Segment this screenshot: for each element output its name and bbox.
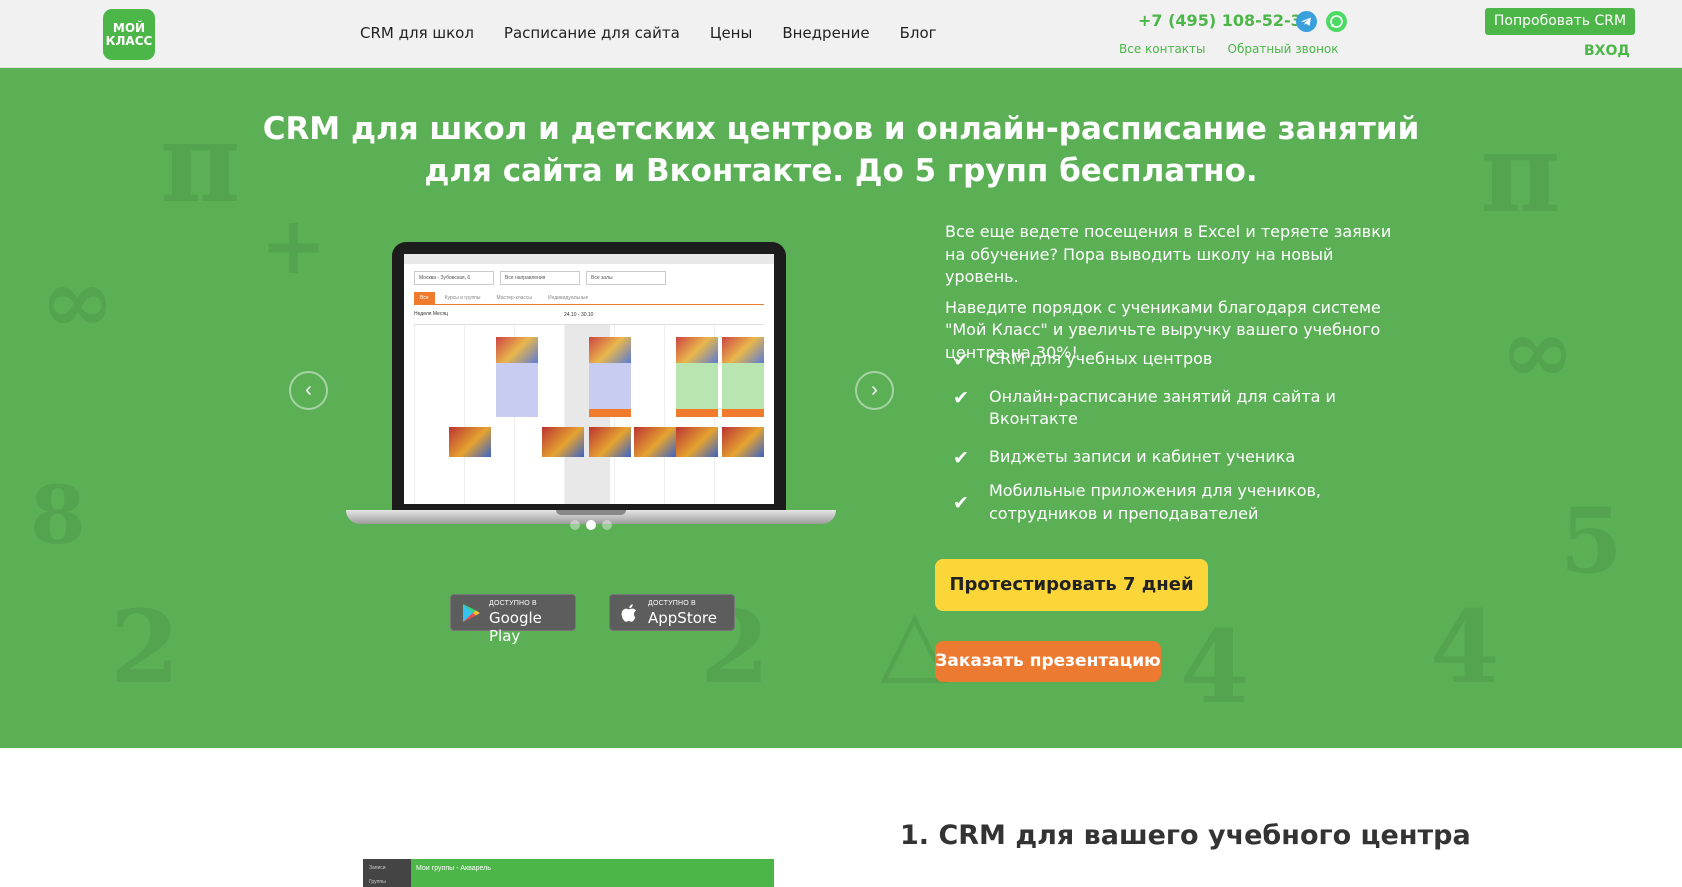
app-store-small: ДОСТУПНО В [648,600,696,607]
feature-list: ✔ CRM для учебных центров ✔ Онлайн-расписа… [953,348,1413,540]
nav-item-implementation[interactable]: Внедрение [782,24,869,42]
all-contacts-link[interactable]: Все контакты [1119,42,1206,56]
number-decoration: 2 [110,588,180,706]
telegram-icon[interactable] [1296,11,1317,32]
carousel-next-button[interactable]: › [855,371,894,410]
feature-item: ✔ Виджеты записи и кабинет ученика [953,446,1413,469]
crm-preview-title: Мои группы - Акварель [416,865,491,872]
carousel-dot[interactable] [602,520,612,530]
screen-tab: Индивидуальные [547,295,589,301]
section-title: 1. CRM для вашего учебного центра [900,820,1471,851]
callback-link[interactable]: Обратный звонок [1228,42,1339,56]
test-7-days-button[interactable]: Протестировать 7 дней [935,559,1208,611]
crm-preview-sidebar-item: Записи [369,865,386,871]
nav-item-schedule[interactable]: Расписание для сайта [504,24,680,42]
laptop-notch [556,510,626,515]
carousel-dot[interactable] [570,520,580,530]
browser-bar [404,254,774,264]
screen-tab: Мастер-классы [496,295,532,301]
number-decoration: 4 [1430,588,1500,706]
nav-item-prices[interactable]: Цены [710,24,753,42]
intro-paragraph-1: Все еще ведете посещения в Excel и теряе… [945,222,1392,286]
contact-links: Все контакты Обратный звонок [1119,42,1339,56]
number-decoration: 8 [30,468,86,562]
nav-item-crm[interactable]: CRM для школ [360,24,474,42]
feature-item: ✔ Онлайн-расписание занятий для сайта и В… [953,386,1413,431]
hero-title-line1: CRM для школ и детских центров и онлайн-… [262,111,1420,147]
calendar-lesson-photo [589,427,631,457]
infinity-decoration: ∞ [40,248,115,354]
calendar-lesson-photo [449,427,491,457]
calendar-lesson-photo [634,427,676,457]
carousel-dots [570,520,612,530]
screen-branch-select: Москва - Зубовская, 6 [414,271,494,285]
feature-label: CRM для учебных центров [989,349,1213,368]
check-icon: ✔ [953,349,969,371]
logo[interactable]: МОЙ КЛАСС [103,9,155,60]
crm-preview-sidebar: Записи Группы [363,859,411,887]
feature-item: ✔ CRM для учебных центров [953,348,1413,371]
apple-icon [619,602,641,624]
feature-label: Онлайн-расписание занятий для сайта и Вк… [989,386,1336,429]
hero-title-line2: для сайта и Вконтакте. До 5 групп беспла… [424,153,1258,189]
infinity-decoration: ∞ [1500,298,1575,404]
order-presentation-button[interactable]: Заказать презентацию [935,641,1161,682]
screen-tab: Все [414,292,435,304]
app-store-label: AppStore [648,609,717,627]
app-store-badge[interactable]: ДОСТУПНО В AppStore [609,594,735,631]
screen-tab: Курсы и группы [444,295,481,301]
calendar-column [414,325,460,504]
screen-rooms-select: Все залы [586,271,666,285]
plus-decoration: + [260,198,328,292]
laptop-screen: Москва - Зубовская, 6 Все направления Вс… [404,254,774,504]
screen-view-toggle: Неделя Месяц [414,311,448,317]
crm-preview-sidebar-item: Группы [369,879,386,885]
feature-label: Виджеты записи и кабинет ученика [989,446,1296,466]
phone-number[interactable]: +7 (495) 108-52-39 [1138,11,1313,30]
check-icon: ✔ [953,386,969,409]
try-crm-button[interactable]: Попробовать CRM [1485,8,1635,35]
feature-label: Мобильные приложения для учеников, сотру… [989,481,1321,523]
laptop-screenshot: Москва - Зубовская, 6 Все направления Вс… [346,242,836,527]
site-header: МОЙ КЛАСС CRM для школ Расписание для са… [0,0,1682,68]
calendar-lesson-card [496,337,538,417]
number-decoration: 4 [1180,608,1250,726]
screen-direction-select: Все направления [500,271,580,285]
screen-divider [414,304,764,305]
google-play-small: ДОСТУПНО В [489,600,537,607]
login-link[interactable]: ВХОД [1584,43,1630,59]
feature-item: ✔ Мобильные приложения для учеников, сотр… [953,480,1413,525]
calendar-lesson-card [722,337,764,417]
main-nav: CRM для школ Расписание для сайта Цены В… [360,24,937,42]
nav-item-blog[interactable]: Блог [900,24,937,42]
carousel-prev-button[interactable]: ‹ [289,371,328,410]
screen-date-range: 24.10 - 30.10 [564,312,594,318]
check-icon: ✔ [953,446,969,469]
google-play-badge[interactable]: ДОСТУПНО В Google Play [450,594,576,645]
check-icon: ✔ [953,492,969,514]
calendar-lesson-photo [676,427,718,457]
screen-tabs: Все Курсы и группы Мастер-классы Индивид… [414,292,594,304]
number-decoration: 5 [1560,488,1623,594]
hero-title: CRM для школ и детских центров и онлайн-… [0,108,1682,192]
carousel-dot[interactable] [586,520,596,530]
hero-section: π ∞ 8 2 π ∞ 5 4 2 + 4 △ CRM для школ и д… [0,68,1682,748]
screen-calendar-grid [414,324,764,504]
google-play-label: Google Play [489,609,542,645]
google-play-icon [460,602,482,624]
calendar-lesson-photo [542,427,584,457]
crm-preview: Записи Группы Мои группы - Акварель [363,859,774,887]
whatsapp-icon[interactable] [1326,11,1347,32]
calendar-lesson-card [589,337,631,417]
calendar-lesson-photo [722,427,764,457]
calendar-lesson-card [676,337,718,417]
